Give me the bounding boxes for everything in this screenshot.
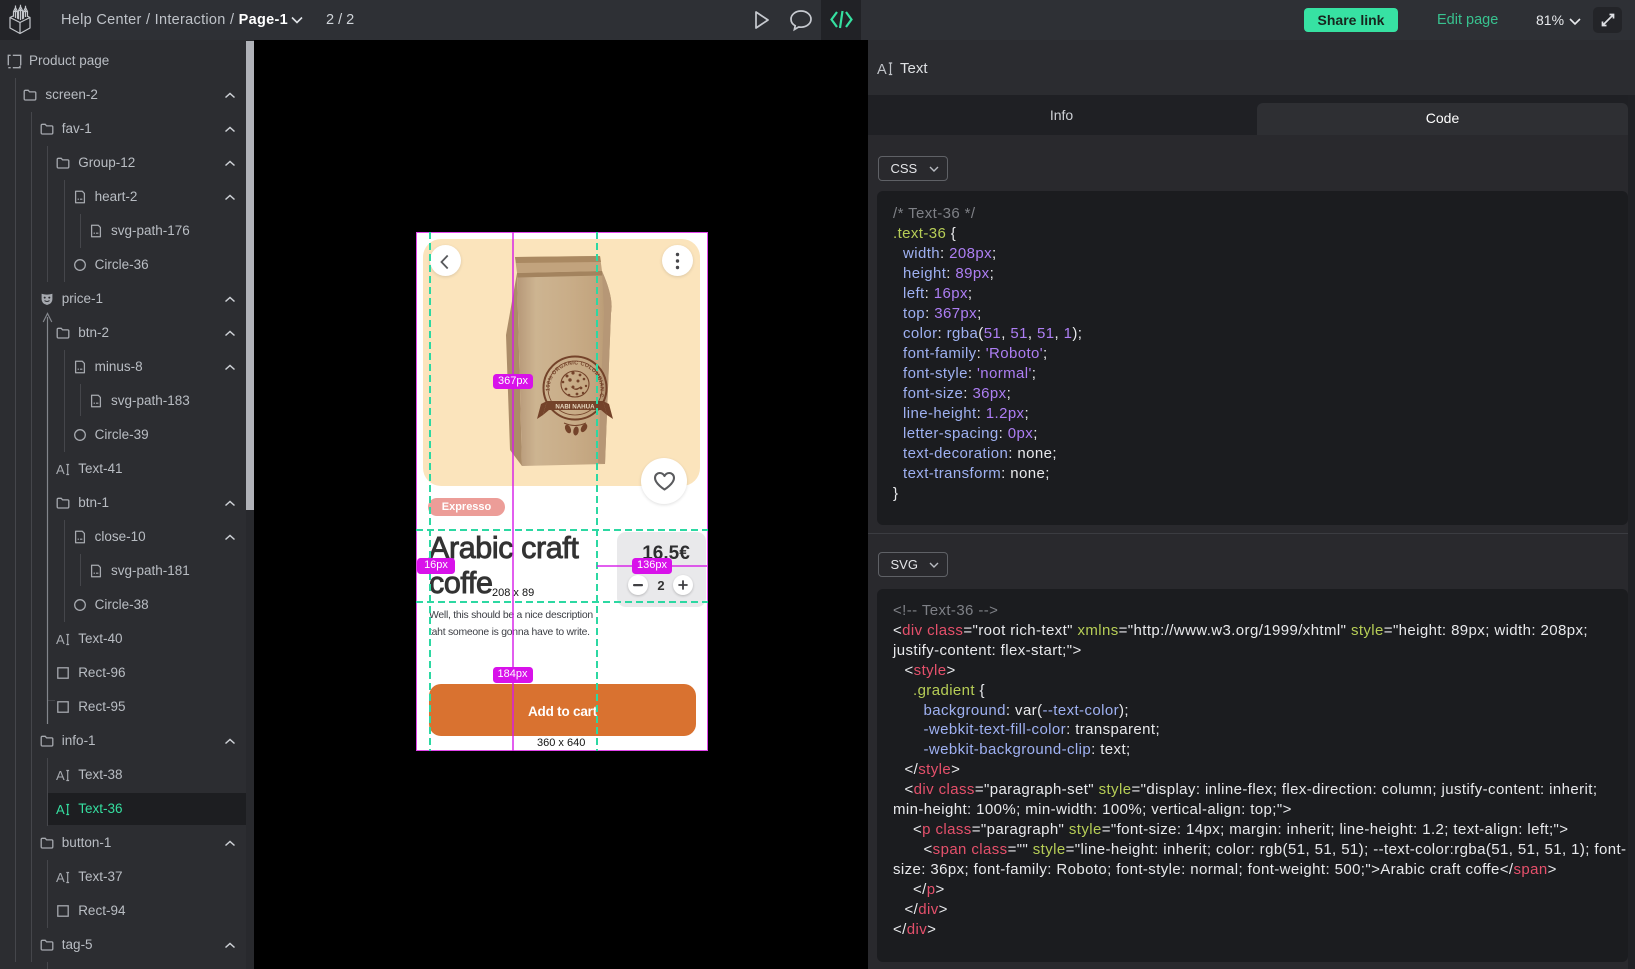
svg-text:A: A: [56, 462, 65, 476]
svg-text:A: A: [877, 62, 887, 76]
svg-text:A: A: [56, 802, 65, 816]
svg-text:NABI NAHUA: NABI NAHUA: [555, 404, 595, 411]
svg-text:A: A: [56, 632, 65, 646]
svg-text:A: A: [56, 870, 65, 884]
svg-text:A: A: [56, 768, 65, 782]
